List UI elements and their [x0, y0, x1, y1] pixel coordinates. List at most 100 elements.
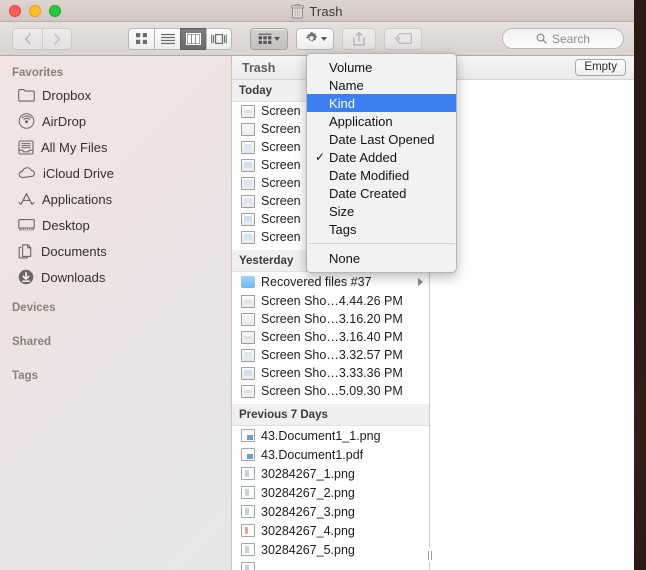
- zoom-button[interactable]: [49, 4, 61, 17]
- tag-button[interactable]: [384, 27, 422, 50]
- action-menu-button[interactable]: [296, 27, 334, 50]
- sidebar-item-documents[interactable]: Documents: [0, 238, 231, 264]
- file-name: Screen Sho…3.16.40 PM: [261, 330, 403, 344]
- sidebar-item-label: Downloads: [41, 269, 106, 285]
- menu-item-date-created[interactable]: Date Created: [307, 184, 456, 202]
- menu-item-label: Date Modified: [329, 167, 410, 183]
- traffic-lights: [9, 4, 61, 17]
- window-title-group: Trash: [0, 0, 634, 22]
- pdf-file-icon: [241, 448, 255, 461]
- arrange-by-button[interactable]: [250, 27, 288, 50]
- list-item[interactable]: Recovered files #37: [232, 272, 429, 292]
- column-view-button[interactable]: [180, 27, 206, 50]
- menu-item-application[interactable]: Application: [307, 112, 456, 130]
- forward-button[interactable]: [42, 27, 72, 50]
- list-item[interactable]: Screen Sho…3.32.57 PM: [232, 346, 429, 364]
- sidebar-item-applications[interactable]: Applications: [0, 186, 231, 212]
- list-item[interactable]: 30284267_3.png: [232, 502, 429, 521]
- sidebar-item-icloud-drive[interactable]: iCloud Drive: [0, 160, 231, 186]
- minimize-button[interactable]: [29, 4, 41, 17]
- checkmark-icon: ✓: [315, 150, 326, 164]
- file-name: Screen: [261, 122, 301, 136]
- documents-icon: [18, 243, 32, 258]
- menu-item-date-modified[interactable]: Date Modified: [307, 166, 456, 184]
- list-item[interactable]: Screen Sho…3.33.36 PM: [232, 364, 429, 382]
- screenshot-icon: [241, 384, 255, 398]
- sidebar-item-label: Applications: [42, 191, 113, 207]
- menu-item-date-added[interactable]: ✓ Date Added: [307, 148, 456, 166]
- window-titlebar[interactable]: Trash: [0, 0, 634, 22]
- menu-item-label: Tags: [329, 221, 357, 237]
- icon-view-button[interactable]: [128, 27, 154, 50]
- airdrop-icon: [18, 113, 35, 129]
- sidebar-item-dropbox[interactable]: Dropbox: [0, 82, 231, 108]
- file-name: 43.Document1.pdf: [261, 447, 364, 462]
- cloud-icon: [18, 166, 35, 178]
- columns-icon: [186, 32, 201, 45]
- list-item[interactable]: 30284267_4.png: [232, 521, 429, 540]
- menu-item-volume[interactable]: Volume: [307, 58, 456, 76]
- file-name: Screen: [261, 140, 301, 154]
- list-item[interactable]: Screen Sho…3.16.40 PM: [232, 328, 429, 346]
- group-header-previous-7-days: Previous 7 Days: [232, 404, 429, 426]
- list-icon: [160, 33, 175, 44]
- sidebar-item-airdrop[interactable]: AirDrop: [0, 108, 231, 134]
- empty-trash-button[interactable]: Empty: [575, 59, 626, 76]
- list-item[interactable]: 30284267_1.png: [232, 464, 429, 483]
- menu-item-date-last-opened[interactable]: Date Last Opened: [307, 130, 456, 148]
- file-name: Screen Sho…5.09.30 PM: [261, 384, 403, 398]
- screenshot-icon: [241, 366, 255, 380]
- menu-item-label: Date Added: [329, 149, 397, 165]
- menu-item-kind[interactable]: Kind: [307, 94, 456, 112]
- close-button[interactable]: [9, 4, 21, 17]
- file-name: Screen: [261, 194, 301, 208]
- menu-item-name[interactable]: Name: [307, 76, 456, 94]
- image-file-icon: [241, 505, 255, 518]
- coverflow-view-button[interactable]: [206, 27, 232, 50]
- sidebar-item-desktop[interactable]: Desktop: [0, 212, 231, 238]
- menu-item-tags[interactable]: Tags: [307, 220, 456, 238]
- menu-item-size[interactable]: Size: [307, 202, 456, 220]
- back-button[interactable]: [12, 27, 42, 50]
- menu-item-label: Date Created: [329, 185, 407, 201]
- sidebar-item-downloads[interactable]: Downloads: [0, 264, 231, 290]
- file-name: 30284267_2.png: [261, 485, 355, 500]
- share-button[interactable]: [342, 27, 376, 50]
- downloads-icon: [18, 269, 34, 285]
- screenshot-icon: [241, 194, 255, 208]
- list-item[interactable]: Screen Sho…3.16.20 PM: [232, 310, 429, 328]
- list-item[interactable]: Screen Sho…4.44.26 PM: [232, 292, 429, 310]
- list-item[interactable]: Screen Sho…5.09.30 PM: [232, 382, 429, 400]
- disclosure-arrow-icon[interactable]: [418, 278, 423, 286]
- list-item[interactable]: 30284267_2.png: [232, 483, 429, 502]
- folder-icon: [241, 276, 255, 288]
- column-resize-icon[interactable]: [423, 548, 436, 562]
- screenshot-icon: [241, 122, 255, 136]
- column2-header: Empty: [430, 56, 634, 80]
- tag-icon: [394, 33, 412, 44]
- search-input[interactable]: Search: [502, 28, 624, 49]
- menu-item-none[interactable]: None: [307, 249, 456, 267]
- file-name: Recovered files #37: [261, 275, 372, 289]
- image-file-icon: [241, 429, 255, 442]
- share-icon: [353, 31, 365, 46]
- sidebar-item-label: iCloud Drive: [43, 165, 114, 181]
- screenshot-icon: [241, 330, 255, 344]
- file-name: 30284267_4.png: [261, 523, 355, 538]
- file-name: Screen Sho…3.33.36 PM: [261, 366, 403, 380]
- list-view-button[interactable]: [154, 27, 180, 50]
- coverflow-icon: [211, 33, 227, 44]
- file-name: 30284267_5.png: [261, 542, 355, 557]
- menu-item-label: Volume: [329, 59, 373, 75]
- screenshot-icon: [241, 312, 255, 326]
- column-header-label: Trash: [242, 60, 276, 75]
- list-item[interactable]: 30284267_5.png: [232, 540, 429, 559]
- list-item[interactable]: 43.Document1_1.png: [232, 426, 429, 445]
- preview-column: Empty: [423, 56, 634, 570]
- screenshot-icon: [241, 140, 255, 154]
- list-item[interactable]: 43.Document1.pdf: [232, 445, 429, 464]
- sidebar-item-all-my-files[interactable]: All My Files: [0, 134, 231, 160]
- file-name: Screen: [261, 212, 301, 226]
- list-item[interactable]: [232, 559, 429, 570]
- sidebar-header-shared: Shared: [12, 336, 51, 348]
